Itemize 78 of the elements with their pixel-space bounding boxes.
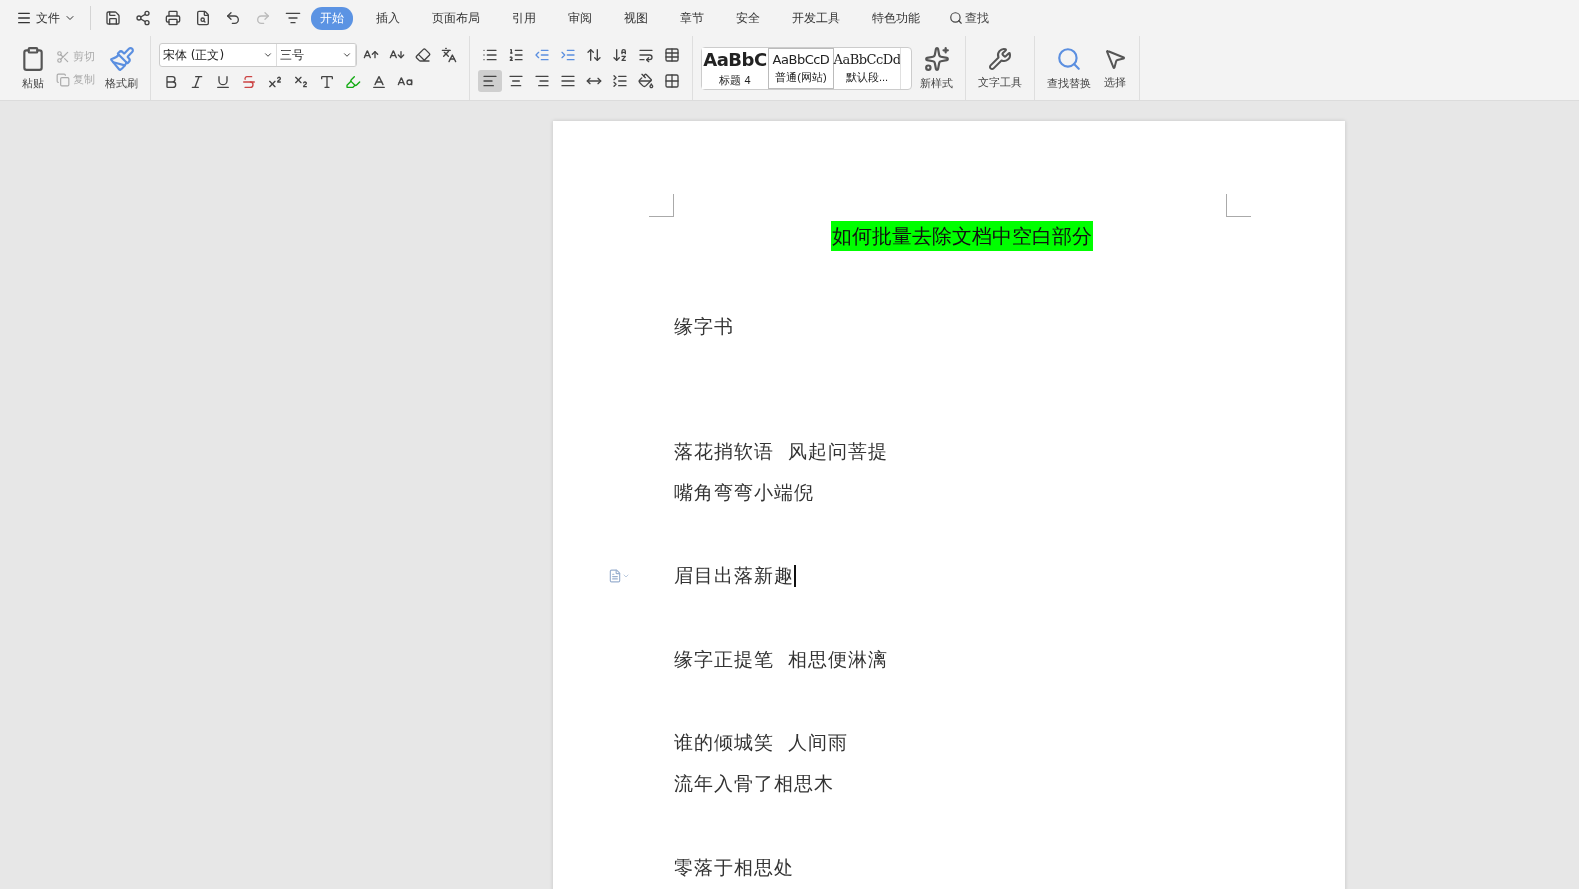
copy-icon <box>56 72 70 87</box>
ribbon-tab[interactable]: 引用 <box>503 6 545 30</box>
redo-icon <box>255 10 271 26</box>
align-left-icon <box>482 73 498 89</box>
text-effect-icon <box>319 74 335 90</box>
bullets-icon <box>482 47 498 63</box>
menu-icon <box>16 10 32 26</box>
margin-mark <box>649 194 674 217</box>
sort-icon <box>612 47 628 63</box>
chevron-down-icon <box>342 50 352 60</box>
ribbon-tab[interactable]: 开发工具 <box>783 6 849 30</box>
paragraph-text: 眉目出落新趣 <box>674 563 794 589</box>
tool-button[interactable]: 选择 <box>1099 44 1131 92</box>
clear-format-icon <box>415 47 431 63</box>
table-icon <box>664 47 680 63</box>
search-icon <box>949 11 963 25</box>
paragraph-text: 流年入骨了相思木 <box>674 771 834 797</box>
format-painter-button[interactable]: 格式刷 <box>101 43 142 93</box>
new-style-button[interactable]: 新样式 <box>916 43 957 93</box>
ribbon-tab[interactable]: 插入 <box>367 6 409 30</box>
print-preview-icon <box>195 10 211 26</box>
paragraph-text: 落花捎软语 风起问菩提 <box>674 438 889 464</box>
superscript-icon <box>267 74 283 90</box>
line-break-icon <box>638 47 654 63</box>
document-icon <box>608 569 622 584</box>
print-icon <box>165 10 181 26</box>
undo-icon <box>225 10 241 26</box>
decrease-indent-icon <box>534 47 550 63</box>
underline-icon <box>215 74 231 90</box>
paragraph-text: 缘字正提笔 相思便淋漓 <box>674 646 889 672</box>
font-name-field[interactable]: 宋体 (正文) <box>160 44 277 66</box>
ribbon-tab[interactable]: 页面布局 <box>423 6 489 30</box>
new-style-icon <box>923 45 950 72</box>
paragraph-text: 谁的倾城笑 人间雨 <box>674 729 849 755</box>
italic-icon <box>189 74 205 90</box>
font-size-field[interactable]: 三号 <box>277 44 356 66</box>
font-color-icon <box>371 74 387 90</box>
search-icon <box>1056 45 1082 72</box>
phonetic-icon <box>441 47 457 63</box>
scissors-icon <box>56 49 70 64</box>
chevron-down-icon <box>263 50 273 60</box>
paragraph-text: 嘴角弯弯小端倪 <box>674 480 814 506</box>
bold-icon <box>163 74 179 90</box>
search-button[interactable]: 查找 <box>943 8 995 28</box>
ribbon-tab[interactable]: 视图 <box>615 6 657 30</box>
ribbon-tab[interactable]: 审阅 <box>559 6 601 30</box>
numbering-icon <box>508 47 524 63</box>
justify-icon <box>560 73 576 89</box>
text-tools-button[interactable]: 文字工具 <box>974 44 1026 92</box>
increase-indent-icon <box>560 47 576 63</box>
highlight-icon <box>345 74 361 90</box>
paste-button[interactable]: 粘贴 <box>16 43 50 93</box>
tool-button[interactable]: 查找替换 <box>1043 43 1095 93</box>
paragraph-text: 缘字书 <box>674 313 734 339</box>
style-option[interactable]: AaBbC 标题 4 <box>702 47 768 89</box>
align-left-button[interactable] <box>478 70 502 92</box>
subscript-icon <box>293 74 309 90</box>
ribbon-tab[interactable]: 章节 <box>671 6 713 30</box>
margin-mark <box>1226 194 1251 217</box>
ribbon-tab[interactable]: 安全 <box>727 6 769 30</box>
style-option[interactable]: AaBbCcD 普通(网站) <box>768 47 834 89</box>
customize-icon <box>285 10 301 26</box>
file-menu[interactable]: 文件 <box>12 9 80 27</box>
align-center-icon <box>508 73 524 89</box>
ribbon-tab[interactable]: 特色功能 <box>863 6 929 30</box>
paintbrush-icon <box>108 45 135 72</box>
shading-icon <box>638 73 654 89</box>
text-direction-icon <box>586 47 602 63</box>
clipboard-icon <box>20 45 46 72</box>
align-right-icon <box>534 73 550 89</box>
line-spacing-icon <box>612 73 628 89</box>
document-title: 如何批量去除文档中空白部分 <box>830 221 1093 251</box>
share-icon <box>135 10 151 26</box>
wrench-icon <box>988 46 1012 71</box>
save-icon <box>105 10 121 26</box>
paragraph-text: 零落于相思处 <box>674 854 794 880</box>
strikethrough-icon <box>241 74 257 90</box>
borders-icon <box>664 73 680 89</box>
